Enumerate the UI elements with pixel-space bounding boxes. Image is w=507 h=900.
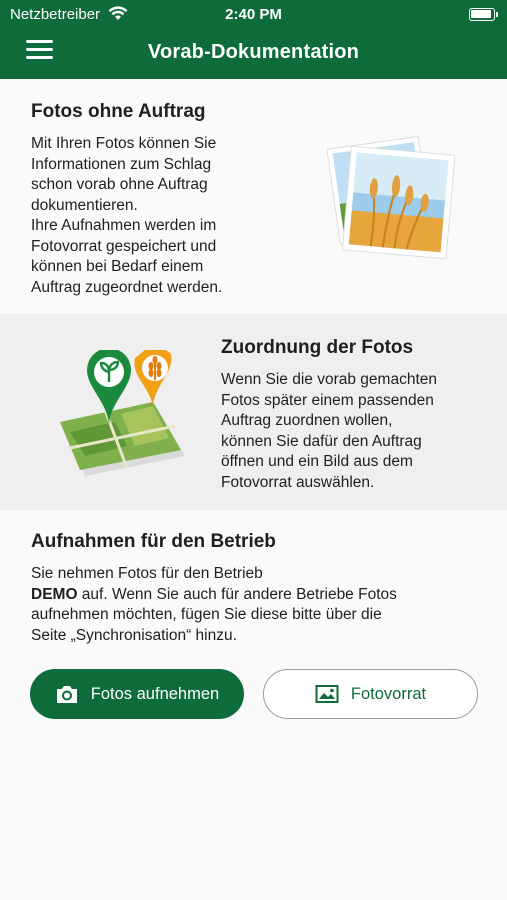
take-photos-label: Fotos aufnehmen [90, 684, 220, 703]
text-line: Fotovorrat auswählen. [221, 473, 375, 491]
image-icon [315, 684, 339, 704]
section-text-photos-without-order: Mit Ihren Fotos können Sie Informationen… [31, 134, 271, 298]
status-time: 2:40 PM [225, 6, 282, 23]
section-photos-without-order: Fotos ohne Auftrag Mit Ihren Fotos könne… [0, 79, 507, 314]
section-title-photos-without-order: Fotos ohne Auftrag [31, 101, 206, 122]
text-line: Ihre Aufnahmen werden im [31, 217, 217, 234]
text-line: Sie nehmen Fotos für den Betrieb [31, 565, 263, 582]
text-line: können Sie dafür den Auftrag [221, 432, 422, 450]
battery-icon [469, 8, 498, 21]
text-line: Mit Ihren Fotos können Sie [31, 135, 217, 152]
text-line: Seite „Synchronisation“ hinzu. [31, 626, 237, 644]
status-bar: Netzbetreiber 2:40 PM [0, 0, 507, 30]
section-text-assignment: Wenn Sie die vorab gemachten Fotos späte… [221, 370, 481, 493]
camera-icon [55, 684, 79, 704]
section-title-assignment: Zuordnung der Fotos [221, 337, 414, 358]
section-company: Aufnahmen für den Betrieb Sie nehmen Fot… [0, 510, 507, 900]
section-text-company: Sie nehmen Fotos für den Betrieb DEMO au… [31, 564, 481, 646]
section-title-company: Aufnahmen für den Betrieb [31, 531, 276, 552]
company-name: DEMO [31, 585, 78, 603]
take-photos-button[interactable]: Fotos aufnehmen [30, 669, 244, 719]
section-assignment: Zuordnung der Fotos Wenn Sie die vorab g… [0, 314, 507, 510]
header-bar: Netzbetreiber 2:40 PM Vorab-Dokumentatio… [0, 0, 507, 79]
text-line: schon vorab ohne Auftrag [31, 176, 208, 193]
photo-stock-button[interactable]: Fotovorrat [263, 669, 478, 719]
text-line: Auftrag zugeordnet werden. [31, 278, 223, 296]
map-pins-icon [45, 347, 190, 480]
page-title: Vorab-Dokumentation [147, 41, 360, 63]
text-line: aufnehmen möchten, fügen Sie diese bitte… [31, 606, 382, 623]
text-line: dokumentieren. [31, 196, 138, 214]
text-line: Wenn Sie die vorab gemachten [221, 371, 437, 388]
photo-stack-wheat-icon [325, 129, 456, 261]
text-line: können bei Bedarf einem [31, 258, 204, 275]
photo-stock-label: Fotovorrat [350, 684, 427, 703]
text-line: Informationen zum Schlag [31, 155, 212, 173]
text-line: Fotovorrat gespeichert und [31, 237, 217, 255]
text-line: Fotos später einem passenden [221, 391, 434, 409]
text-line: auf. Wenn Sie auch für andere Betriebe F… [77, 585, 397, 603]
text-line: Auftrag zuordnen wollen, [221, 412, 393, 429]
text-line: öffnen und ein Bild aus dem [221, 453, 413, 470]
